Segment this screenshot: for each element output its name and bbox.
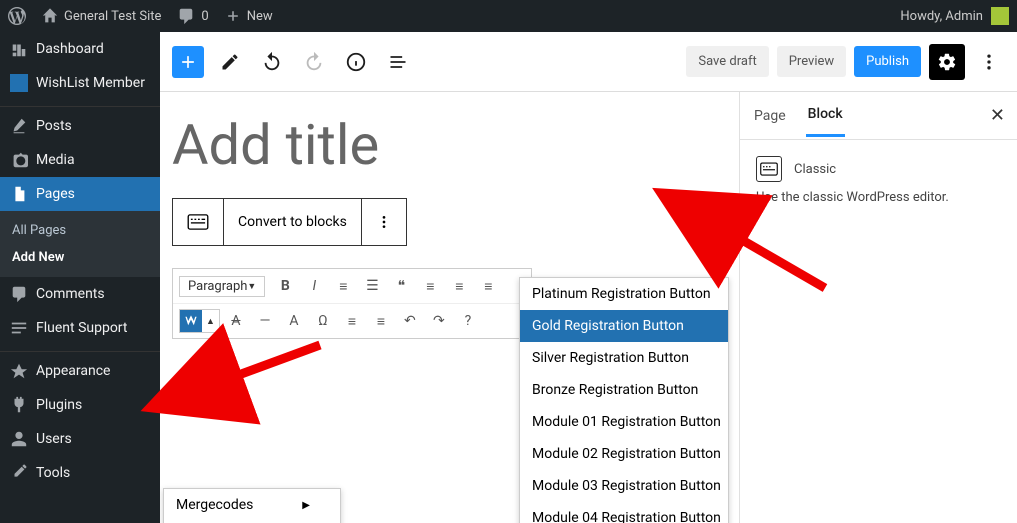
stripe-item[interactable]: Bronze Registration Button: [520, 374, 728, 406]
outdent-button[interactable]: ≡: [339, 308, 365, 334]
editor-header: Save draft Preview Publish: [160, 32, 1017, 92]
stripe-item[interactable]: Module 04 Registration Button: [520, 502, 728, 523]
tab-block[interactable]: Block: [806, 94, 845, 137]
align-right-button[interactable]: ≡: [475, 273, 501, 299]
stripe-item[interactable]: Module 01 Registration Button: [520, 406, 728, 438]
sidebar-item-wishlist[interactable]: WishList Member: [0, 66, 160, 100]
color-button[interactable]: A: [281, 308, 307, 334]
bold-button[interactable]: B: [272, 273, 298, 299]
add-block-button[interactable]: [172, 46, 204, 78]
bullet-list-button[interactable]: ≡: [330, 273, 356, 299]
outline-button[interactable]: [382, 46, 414, 78]
submenu-add-new[interactable]: Add New: [0, 244, 160, 271]
sidebar-item-tools[interactable]: Tools: [0, 456, 160, 490]
classic-editor-toolbar: Paragraph▼ B I ≡ ☰ ❝ ≡ ≡ ≡ ▲ A — A Ω ≡: [172, 268, 532, 339]
wlm-menu: Mergecodes▶ Shortcodes▶ Integrations▶ Co…: [163, 488, 341, 523]
wlm-dropdown-button[interactable]: ▲: [179, 309, 220, 333]
comments-count[interactable]: 0: [169, 0, 216, 32]
redo2-button[interactable]: ↷: [426, 308, 452, 334]
align-center-button[interactable]: ≡: [446, 273, 472, 299]
undo-button[interactable]: [256, 46, 288, 78]
wishlist-icon: [10, 74, 28, 92]
admin-bar: General Test Site 0 New Howdy, Admin: [0, 0, 1017, 32]
hr-button[interactable]: —: [252, 308, 278, 334]
block-more-button[interactable]: [362, 199, 406, 245]
howdy-text[interactable]: Howdy, Admin: [900, 9, 983, 24]
submenu-all-pages[interactable]: All Pages: [0, 217, 160, 244]
stripe-item[interactable]: Module 02 Registration Button: [520, 438, 728, 470]
stripe-item[interactable]: Gold Registration Button: [520, 310, 728, 342]
preview-button[interactable]: Preview: [777, 46, 846, 77]
annotation-arrow-1: [210, 335, 330, 399]
special-char-button[interactable]: Ω: [310, 308, 336, 334]
sidebar-item-posts[interactable]: Posts: [0, 106, 160, 143]
stripe-item[interactable]: Module 03 Registration Button: [520, 470, 728, 502]
number-list-button[interactable]: ☰: [359, 273, 385, 299]
redo-button[interactable]: [298, 46, 330, 78]
admin-sidebar: Dashboard WishList Member Posts Media Pa…: [0, 32, 160, 523]
site-home[interactable]: General Test Site: [34, 0, 169, 32]
wlm-menu-mergecodes[interactable]: Mergecodes▶: [164, 489, 340, 521]
indent-button[interactable]: ≡: [368, 308, 394, 334]
more-options-button[interactable]: [973, 46, 1005, 78]
block-description: Use the classic WordPress editor.: [756, 190, 1001, 205]
sidebar-item-media[interactable]: Media: [0, 143, 160, 177]
tab-page[interactable]: Page: [752, 96, 788, 136]
info-button[interactable]: [340, 46, 372, 78]
avatar[interactable]: [991, 7, 1009, 25]
block-editor: Save draft Preview Publish Add title Con…: [160, 32, 1017, 523]
align-left-button[interactable]: ≡: [417, 273, 443, 299]
settings-toggle[interactable]: [929, 44, 965, 80]
new-content[interactable]: New: [217, 0, 281, 32]
sidebar-item-dashboard[interactable]: Dashboard: [0, 32, 160, 66]
wlm-dropdown-icon: [180, 310, 202, 332]
stripe-item[interactable]: Platinum Registration Button: [520, 278, 728, 310]
stripe-item[interactable]: Silver Registration Button: [520, 342, 728, 374]
sidebar-item-users[interactable]: Users: [0, 422, 160, 456]
edit-mode-button[interactable]: [214, 46, 246, 78]
sidebar-item-plugins[interactable]: Plugins: [0, 388, 160, 422]
pages-submenu: All Pages Add New: [0, 211, 160, 277]
settings-panel: Page Block ✕ Classic Use the classic Wor…: [739, 92, 1017, 523]
block-toolbar: Convert to blocks: [172, 198, 407, 246]
classic-icon: [756, 156, 782, 182]
sidebar-item-pages[interactable]: Pages: [0, 177, 160, 211]
sidebar-item-comments[interactable]: Comments: [0, 277, 160, 311]
save-draft-button[interactable]: Save draft: [686, 46, 768, 77]
block-name: Classic: [794, 162, 836, 177]
annotation-arrow-2: [715, 218, 835, 302]
sidebar-item-fluent[interactable]: Fluent Support: [0, 311, 160, 345]
site-name: General Test Site: [64, 9, 161, 24]
close-settings-button[interactable]: ✕: [990, 105, 1005, 126]
paragraph-dropdown[interactable]: Paragraph▼: [179, 276, 265, 297]
wp-logo[interactable]: [0, 0, 34, 32]
help-button[interactable]: ?: [455, 308, 481, 334]
publish-button[interactable]: Publish: [854, 46, 921, 77]
stripe-menu: Platinum Registration Button Gold Regist…: [519, 277, 729, 523]
undo2-button[interactable]: ↶: [397, 308, 423, 334]
convert-to-blocks-button[interactable]: Convert to blocks: [224, 199, 362, 245]
italic-button[interactable]: I: [301, 273, 327, 299]
strikethrough-button[interactable]: A: [223, 308, 249, 334]
sidebar-item-appearance[interactable]: Appearance: [0, 351, 160, 388]
classic-block-icon[interactable]: [173, 199, 224, 245]
quote-button[interactable]: ❝: [388, 273, 414, 299]
